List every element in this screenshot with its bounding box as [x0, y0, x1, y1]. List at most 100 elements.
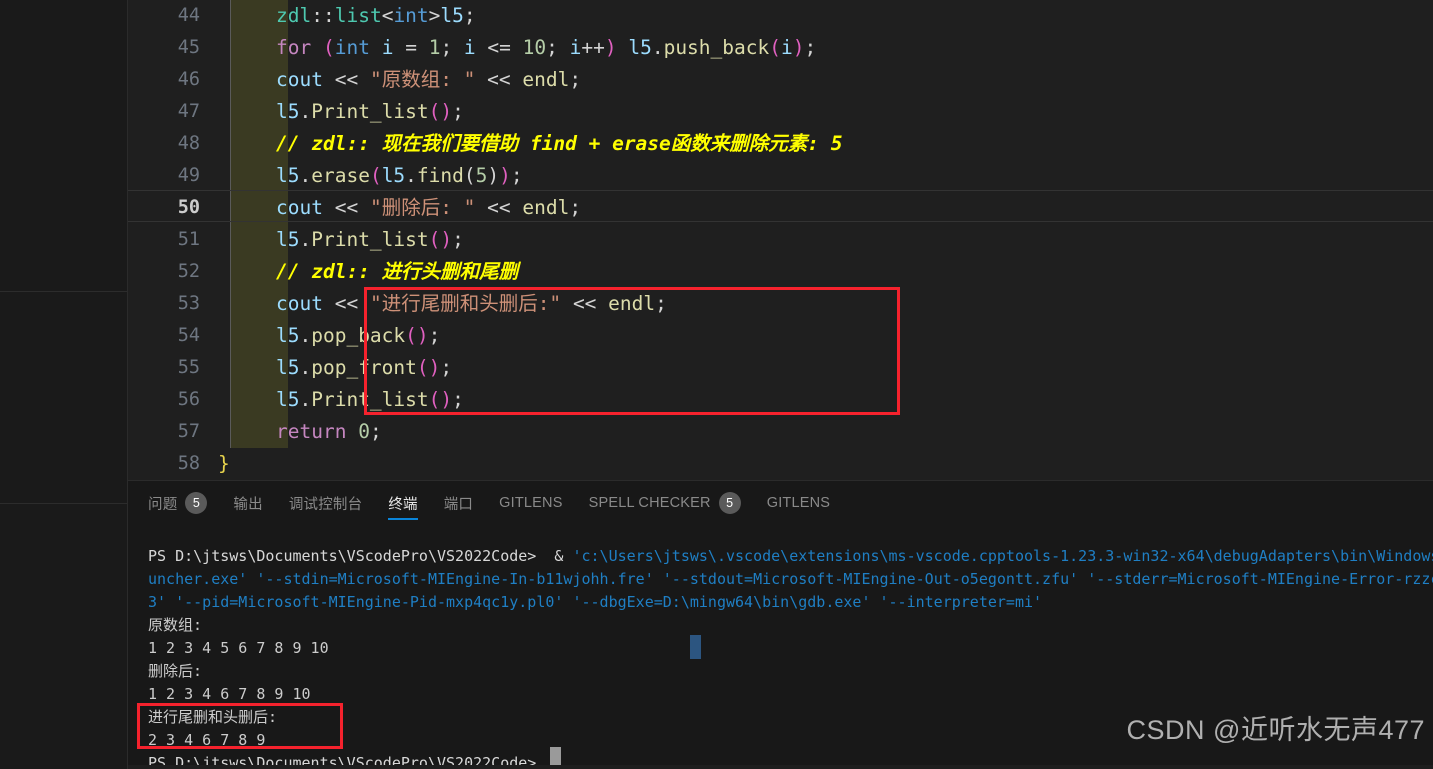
code-line[interactable]: 51 l5.Print_list(); — [128, 224, 1433, 256]
terminal-text: 2 3 4 6 7 8 9 — [148, 731, 266, 749]
code-token: cout — [276, 196, 323, 219]
code-line[interactable]: 56 l5.Print_list(); — [128, 384, 1433, 416]
code-token: . — [299, 100, 312, 123]
code-token: ) — [440, 228, 453, 251]
code-token: // zdl:: 进行头删和尾删 — [276, 260, 519, 283]
code-token: 0 — [358, 420, 370, 443]
panel-tab-4[interactable]: 终端 — [388, 481, 418, 525]
code-token: ; — [452, 100, 464, 123]
code-line[interactable]: 58} — [128, 448, 1433, 480]
code-token: pop_back — [311, 324, 406, 347]
terminal-text: 删除后: — [148, 662, 203, 680]
panel-tabbar[interactable]: 问题 5 输出 调试控制台 终端 端口 GITLENS SPELL CHECKER 5 GITLE… — [128, 481, 1433, 525]
terminal-line: 1 2 3 4 5 6 7 8 9 10 — [148, 637, 329, 660]
code-token: endl — [608, 292, 656, 315]
line-number: 49 — [177, 165, 200, 186]
terminal-line: uncher.exe' '--stdin=Microsoft-MIEngine-… — [148, 568, 1433, 591]
terminal-text: 原数组: — [148, 616, 203, 634]
code-token: ) — [499, 164, 511, 187]
code-token: ) — [440, 388, 453, 411]
code-token: ; — [655, 292, 667, 315]
code-token: ( — [428, 388, 441, 411]
vscode-window: 44 zdl::list<int>l5; 45 for (int i = 1; i <… — [0, 0, 1433, 769]
code-line[interactable]: 49 l5.erase(l5.find(5)); — [128, 160, 1433, 192]
terminal-text: & — [536, 547, 573, 565]
line-number: 46 — [177, 69, 200, 90]
code-token: Print_list — [311, 100, 429, 123]
terminal-text: '--stderr=Microsoft-MIEngine-Error-rzzck… — [1087, 570, 1433, 588]
code-token: cout — [276, 68, 323, 91]
panel-tab-6[interactable]: GITLENS — [499, 481, 562, 525]
panel-tab-label: GITLENS — [766, 495, 831, 511]
code-token: erase — [311, 164, 370, 187]
code-token: l5 — [276, 228, 300, 251]
code-token: << — [334, 292, 370, 315]
code-text: l5.Print_list(); — [276, 384, 464, 416]
code-token: l5 — [276, 388, 300, 411]
code-token: . — [299, 228, 312, 251]
terminal-line: 2 3 4 6 7 8 9 — [148, 729, 265, 752]
line-number: 56 — [177, 389, 200, 410]
code-line[interactable]: 44 zdl::list<int>l5; — [128, 0, 1433, 32]
code-lines[interactable]: 44 zdl::list<int>l5; 45 for (int i = 1; i <… — [128, 0, 1433, 480]
panel-tab-label: 端口 — [443, 496, 474, 513]
panel-tab-1[interactable]: 问题 5 — [148, 481, 208, 525]
code-token: ( — [416, 356, 429, 379]
terminal-text: 'c:\Users\jtsws\.vscode\extensions\ms-vs… — [572, 547, 1433, 565]
terminal-text: 1 2 3 4 5 6 7 8 9 10 — [148, 639, 329, 657]
code-token: i — [569, 36, 582, 59]
terminal-text: PS D:\jtsws\Documents\VScodePro\VS2022Co… — [148, 547, 537, 565]
code-token: 1 — [428, 36, 441, 59]
code-line[interactable]: 46 cout << "原数组: " << endl; — [128, 64, 1433, 96]
code-line[interactable]: 53 cout << "进行尾删和头删后:" << endl; — [128, 288, 1433, 320]
code-line[interactable]: 50 cout << "删除后: " << endl; — [128, 192, 1433, 224]
code-token: "原数组: " — [369, 68, 476, 91]
code-line[interactable]: 52 // zdl:: 进行头删和尾删 — [128, 256, 1433, 288]
code-token: push_back — [663, 36, 770, 59]
panel-tab-8[interactable]: GITLENS — [767, 481, 830, 525]
code-token: int — [334, 36, 370, 59]
terminal-text: '--pid=Microsoft-MIEngine-Pid-mxp4qc1y.p… — [175, 593, 564, 611]
panel-tab-2[interactable]: 输出 — [233, 481, 262, 525]
code-line[interactable]: 47 l5.Print_list(); — [128, 96, 1433, 128]
code-token: :: — [311, 4, 335, 27]
code-token: ; — [440, 36, 464, 59]
code-token: ; — [546, 36, 570, 59]
panel-tab-3[interactable]: 调试控制台 — [289, 481, 363, 525]
panel-tab-badge: 5 — [718, 492, 741, 514]
code-token: list — [334, 4, 382, 27]
terminal-line: 1 2 3 4 6 7 8 9 10 — [148, 683, 311, 706]
code-token: l5 — [276, 164, 300, 187]
code-editor[interactable]: 44 zdl::list<int>l5; 45 for (int i = 1; i <… — [128, 0, 1433, 480]
code-line[interactable]: 55 l5.pop_front(); — [128, 352, 1433, 384]
code-line[interactable]: 54 l5.pop_back(); — [128, 320, 1433, 352]
panel-tab-badge: 5 — [185, 492, 208, 514]
code-text: l5.pop_back(); — [276, 320, 440, 352]
code-token: ) — [604, 36, 617, 59]
code-token: l5 — [276, 324, 300, 347]
code-token: for — [276, 36, 312, 59]
code-token: "删除后: " — [369, 196, 476, 219]
line-number: 48 — [177, 133, 200, 154]
panel-tab-5[interactable]: 端口 — [444, 481, 473, 525]
code-token: ; — [804, 36, 817, 59]
panel-tab-7[interactable]: SPELL CHECKER 5 — [589, 481, 741, 525]
terminal-text: 1 2 3 4 6 7 8 9 10 — [148, 685, 311, 703]
line-number: 55 — [177, 357, 200, 378]
code-token: ( — [769, 36, 781, 59]
code-token: ) — [428, 356, 441, 379]
terminal-line: 删除后: — [148, 660, 202, 683]
code-token: << — [334, 68, 370, 91]
code-line[interactable]: 57 return 0; — [128, 416, 1433, 448]
code-line[interactable]: 48 // zdl:: 现在我们要借助 find + erase函数来删除元素: … — [128, 128, 1433, 160]
code-token: // zdl:: 现在我们要借助 find + erase函数来删除元素: 5 — [276, 132, 843, 155]
code-token: l5 — [628, 36, 652, 59]
panel-tab-label: 调试控制台 — [288, 496, 363, 513]
code-token: "进行尾删和头删后:" — [369, 292, 562, 315]
code-line[interactable]: 45 for (int i = 1; i <= 10; i++) l5.push_… — [128, 32, 1433, 64]
panel-tab-label: 输出 — [233, 496, 263, 513]
terminal-line: 3' '--pid=Microsoft-MIEngine-Pid-mxp4qc1… — [148, 591, 1042, 614]
line-number: 44 — [177, 5, 200, 26]
